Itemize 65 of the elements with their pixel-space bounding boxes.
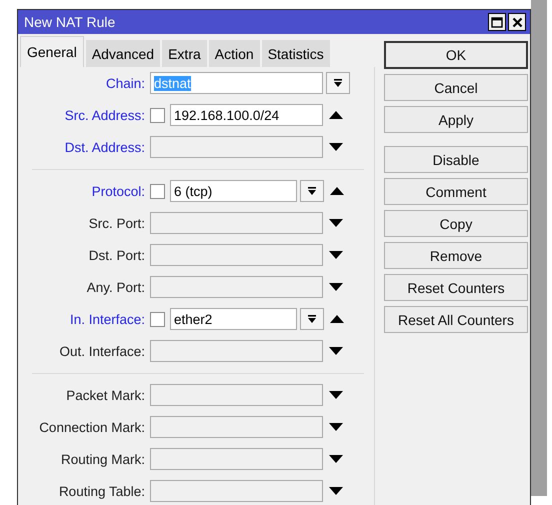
dialog-button[interactable]: Reset All Counters xyxy=(384,306,528,333)
tab[interactable]: Statistics xyxy=(262,40,330,67)
dialog-button[interactable]: Remove xyxy=(384,242,528,269)
tab[interactable]: Advanced xyxy=(86,40,160,67)
field-label: Src. Port: xyxy=(88,216,146,230)
expand-arrow-icon[interactable] xyxy=(329,251,343,259)
expand-arrow-icon[interactable] xyxy=(329,219,343,227)
input-field[interactable] xyxy=(150,384,323,406)
dialog-button[interactable]: Disable xyxy=(384,146,528,173)
expand-arrow-icon[interactable] xyxy=(329,423,343,431)
input-field[interactable] xyxy=(150,276,323,298)
field-label: In. Interface: xyxy=(68,312,146,326)
dropdown-icon xyxy=(333,78,343,88)
dropdown-icon xyxy=(307,186,317,196)
maximize-icon xyxy=(491,16,503,28)
field-label: Src. Address: xyxy=(64,108,146,122)
expand-arrow-icon[interactable] xyxy=(329,391,343,399)
negate-checkbox[interactable] xyxy=(150,312,165,326)
negate-checkbox[interactable] xyxy=(150,184,165,198)
dropdown-icon xyxy=(307,314,317,324)
dialog-button[interactable]: Cancel xyxy=(384,74,528,101)
dropdown-button[interactable] xyxy=(300,308,324,330)
tab[interactable]: Action xyxy=(208,40,260,67)
tab[interactable]: Extra xyxy=(162,40,207,67)
dialog-button[interactable]: Apply xyxy=(384,106,528,133)
field-label: Packet Mark: xyxy=(65,388,146,402)
window-title: New NAT Rule xyxy=(24,14,116,30)
field-label: Dst. Port: xyxy=(88,248,146,262)
input-field[interactable]: 6 (tcp) xyxy=(170,180,297,202)
maximize-button[interactable] xyxy=(488,13,506,31)
field-label: Routing Mark: xyxy=(60,452,146,466)
input-field[interactable] xyxy=(150,212,323,234)
collapse-arrow-icon[interactable] xyxy=(330,315,344,323)
expand-arrow-icon[interactable] xyxy=(329,455,343,463)
close-icon xyxy=(512,16,522,28)
field-label: Any. Port: xyxy=(86,280,146,294)
expand-arrow-icon[interactable] xyxy=(329,143,343,151)
input-field[interactable]: 192.168.100.0/24 xyxy=(170,104,323,126)
tab[interactable]: General xyxy=(20,36,84,67)
input-field[interactable] xyxy=(150,448,323,470)
dialog-button[interactable]: Copy xyxy=(384,210,528,237)
expand-arrow-icon[interactable] xyxy=(329,487,343,495)
input-field[interactable] xyxy=(150,340,323,362)
expand-arrow-icon[interactable] xyxy=(329,283,343,291)
close-button[interactable] xyxy=(508,13,526,31)
dropdown-button[interactable] xyxy=(326,72,350,94)
input-field[interactable] xyxy=(150,480,323,502)
field-label: Chain: xyxy=(104,76,146,90)
collapse-arrow-icon[interactable] xyxy=(329,111,343,119)
field-label: Connection Mark: xyxy=(38,420,146,434)
dropdown-button[interactable] xyxy=(300,180,324,202)
dialog-button[interactable]: Reset Counters xyxy=(384,274,528,301)
input-field[interactable]: ether2 xyxy=(170,308,297,330)
field-label: Protocol: xyxy=(90,184,146,198)
field-label: Out. Interface: xyxy=(58,344,146,358)
collapse-arrow-icon[interactable] xyxy=(330,187,344,195)
input-field[interactable] xyxy=(150,416,323,438)
dialog-button[interactable]: Comment xyxy=(384,178,528,205)
expand-arrow-icon[interactable] xyxy=(329,347,343,355)
negate-checkbox[interactable] xyxy=(150,108,165,122)
field-label: Dst. Address: xyxy=(64,140,146,154)
input-field[interactable] xyxy=(150,244,323,266)
input-field[interactable] xyxy=(150,136,323,158)
dialog-button[interactable]: OK xyxy=(384,41,528,69)
field-label: Routing Table: xyxy=(58,484,146,498)
